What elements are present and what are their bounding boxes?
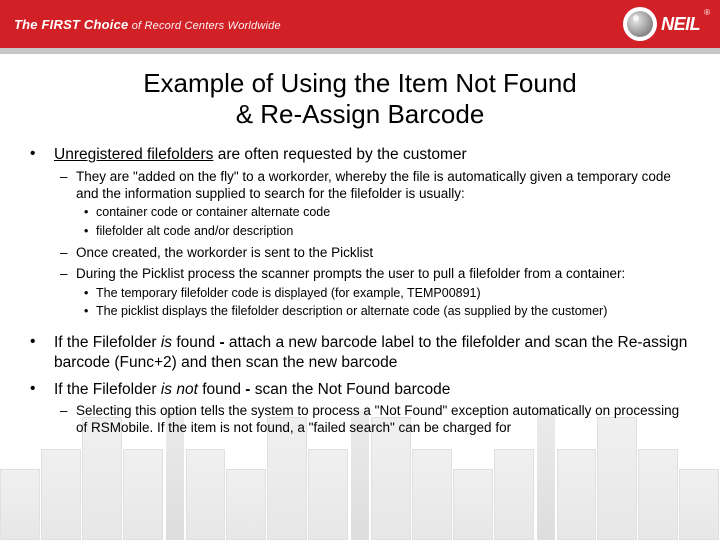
dash-icon: –	[54, 169, 76, 241]
bullet-3-text: If the Filefolder is not found - scan th…	[54, 380, 692, 399]
sub-3-1-text: Selecting this option tells the system t…	[76, 403, 692, 437]
tagline-first: The FIRST Choice	[14, 17, 128, 32]
sub-3-1: – Selecting this option tells the system…	[54, 403, 692, 437]
dot-icon: •	[76, 223, 96, 239]
bullet-2-text: If the Filefolder is found - attach a ne…	[54, 333, 692, 372]
brand-logo: NEIL ®	[623, 0, 710, 48]
bullet-1-heading: Unregistered filefolders are often reque…	[54, 145, 692, 164]
bullet-icon: •	[28, 333, 54, 372]
brand-header: The FIRST Choice of Record Centers World…	[0, 0, 720, 48]
sub-1-1-a-text: container code or container alternate co…	[96, 204, 692, 220]
dot-icon: •	[76, 204, 96, 220]
dot-icon: •	[76, 303, 96, 319]
bullet-1-rest: are often requested by the customer	[213, 146, 466, 163]
sub-1-3-b-text: The picklist displays the filefolder des…	[96, 303, 692, 319]
sub-1-1: – They are "added on the fly" to a worko…	[54, 169, 692, 241]
dash-icon: –	[54, 403, 76, 437]
title-line-2: & Re-Assign Barcode	[236, 99, 485, 129]
title-line-1: Example of Using the Item Not Found	[143, 68, 577, 98]
sub-1-2-text: Once created, the workorder is sent to t…	[76, 245, 692, 262]
tagline-rest: of Record Centers Worldwide	[128, 20, 280, 32]
slide-content: Example of Using the Item Not Found & Re…	[0, 54, 720, 441]
sub-1-1-b: •filefolder alt code and/or description	[76, 223, 692, 239]
tagline: The FIRST Choice of Record Centers World…	[14, 17, 281, 32]
bullet-2: • If the Filefolder is found - attach a …	[28, 333, 692, 372]
sub-1-2: – Once created, the workorder is sent to…	[54, 245, 692, 262]
sub-1-3-b: •The picklist displays the filefolder de…	[76, 303, 692, 319]
logo-text: NEIL	[661, 14, 700, 35]
bullet-icon: •	[28, 145, 54, 325]
sub-1-3-a-text: The temporary filefolder code is display…	[96, 285, 692, 301]
bullet-list: • Unregistered filefolders are often req…	[28, 145, 692, 441]
dash-icon: –	[54, 245, 76, 262]
sub-1-3: – During the Picklist process the scanne…	[54, 266, 692, 321]
slide-title: Example of Using the Item Not Found & Re…	[28, 68, 692, 129]
bullet-1-underlined: Unregistered filefolders	[54, 146, 213, 163]
logo-globe-icon	[623, 7, 657, 41]
dash-icon: –	[54, 266, 76, 321]
sub-1-3-a: •The temporary filefolder code is displa…	[76, 285, 692, 301]
bullet-icon: •	[28, 380, 54, 441]
sub-1-1-text: They are "added on the fly" to a workord…	[76, 169, 671, 201]
bullet-3: • If the Filefolder is not found - scan …	[28, 380, 692, 441]
sub-1-1-b-text: filefolder alt code and/or description	[96, 223, 692, 239]
sub-1-3-text: During the Picklist process the scanner …	[76, 266, 625, 281]
sub-1-1-a: •container code or container alternate c…	[76, 204, 692, 220]
dot-icon: •	[76, 285, 96, 301]
registered-mark-icon: ®	[704, 8, 710, 17]
bullet-1: • Unregistered filefolders are often req…	[28, 145, 692, 325]
